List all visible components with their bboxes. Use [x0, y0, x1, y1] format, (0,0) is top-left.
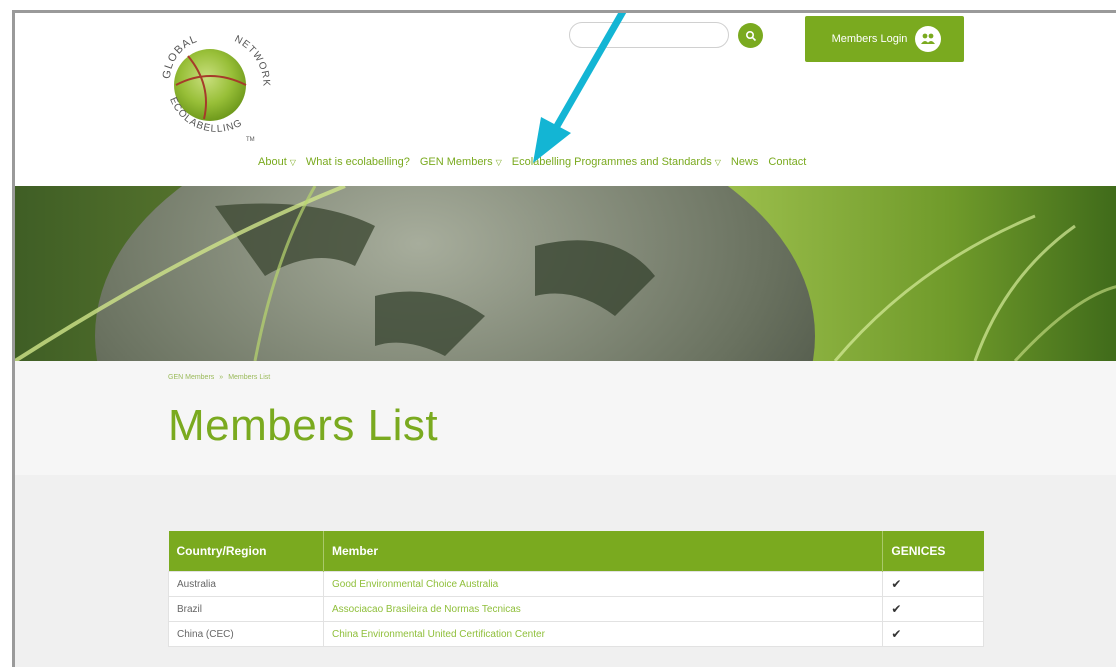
- table-header-row: Country/Region Member GENICES: [168, 531, 984, 572]
- svg-text:TM: TM: [246, 137, 255, 143]
- members-table: Country/Region Member GENICES Australia …: [167, 531, 984, 647]
- members-icon: [915, 26, 942, 52]
- members-login-label: Members Login: [831, 33, 908, 45]
- member-link[interactable]: China Environmental United Certification…: [323, 621, 884, 647]
- check-icon: ✔: [882, 621, 984, 647]
- site-header: GLOBAL NETWORK ECOLABELLING TM Members L…: [15, 13, 1116, 186]
- breadcrumb: GEN Members » Members List: [168, 374, 270, 381]
- column-header-country[interactable]: Country/Region: [168, 531, 325, 572]
- nav-contact[interactable]: Contact: [768, 156, 806, 168]
- chevron-down-icon: ▽: [495, 157, 502, 167]
- nav-about[interactable]: About ▽: [258, 156, 296, 168]
- search-icon: [745, 30, 756, 41]
- member-link[interactable]: Associacao Brasileira de Normas Tecnicas: [323, 596, 884, 622]
- breadcrumb-separator: »: [219, 374, 224, 381]
- nav-what-is-ecolabelling-label: What is ecolabelling?: [305, 156, 410, 168]
- check-icon: ✔: [882, 596, 984, 622]
- country-cell: China (CEC): [167, 621, 325, 647]
- table-row: China (CEC) China Environmental United C…: [167, 621, 984, 647]
- breadcrumb-current: Members List: [228, 374, 271, 381]
- nav-contact-label: Contact: [768, 156, 807, 168]
- table-row: Australia Good Environmental Choice Aust…: [167, 571, 984, 597]
- hero-banner: [15, 186, 1116, 361]
- nav-ecolabelling-programmes[interactable]: Ecolabelling Programmes and Standards ▽: [512, 156, 721, 168]
- nav-news[interactable]: News: [731, 156, 759, 168]
- members-login-button[interactable]: Members Login: [805, 16, 964, 62]
- nav-news-label: News: [730, 156, 759, 168]
- search-button[interactable]: [738, 23, 763, 48]
- browser-frame: GLOBAL NETWORK ECOLABELLING TM Members L…: [12, 10, 1116, 667]
- nav-about-label: About: [258, 156, 287, 168]
- column-header-genices[interactable]: GENICES: [882, 531, 984, 572]
- main-nav: About ▽ What is ecolabelling? GEN Member…: [258, 156, 816, 168]
- member-link[interactable]: Good Environmental Choice Australia: [323, 571, 884, 597]
- gen-logo[interactable]: GLOBAL NETWORK ECOLABELLING TM: [148, 21, 273, 146]
- page-title: Members List: [168, 401, 439, 450]
- country-cell: Brazil: [167, 596, 325, 622]
- nav-what-is-ecolabelling[interactable]: What is ecolabelling?: [306, 156, 410, 168]
- chevron-down-icon: ▽: [289, 157, 296, 167]
- chevron-down-icon: ▽: [714, 157, 721, 167]
- country-cell: Australia: [167, 571, 325, 597]
- nav-gen-members[interactable]: GEN Members ▽: [420, 156, 502, 168]
- nav-ecolabelling-programmes-label: Ecolabelling Programmes and Standards: [511, 156, 712, 168]
- column-header-member[interactable]: Member: [323, 531, 884, 572]
- breadcrumb-parent-link[interactable]: GEN Members: [168, 374, 214, 381]
- table-row: Brazil Associacao Brasileira de Normas T…: [167, 596, 984, 622]
- check-icon: ✔: [882, 571, 984, 597]
- search-input[interactable]: [569, 22, 729, 48]
- nav-gen-members-label: GEN Members: [419, 156, 493, 168]
